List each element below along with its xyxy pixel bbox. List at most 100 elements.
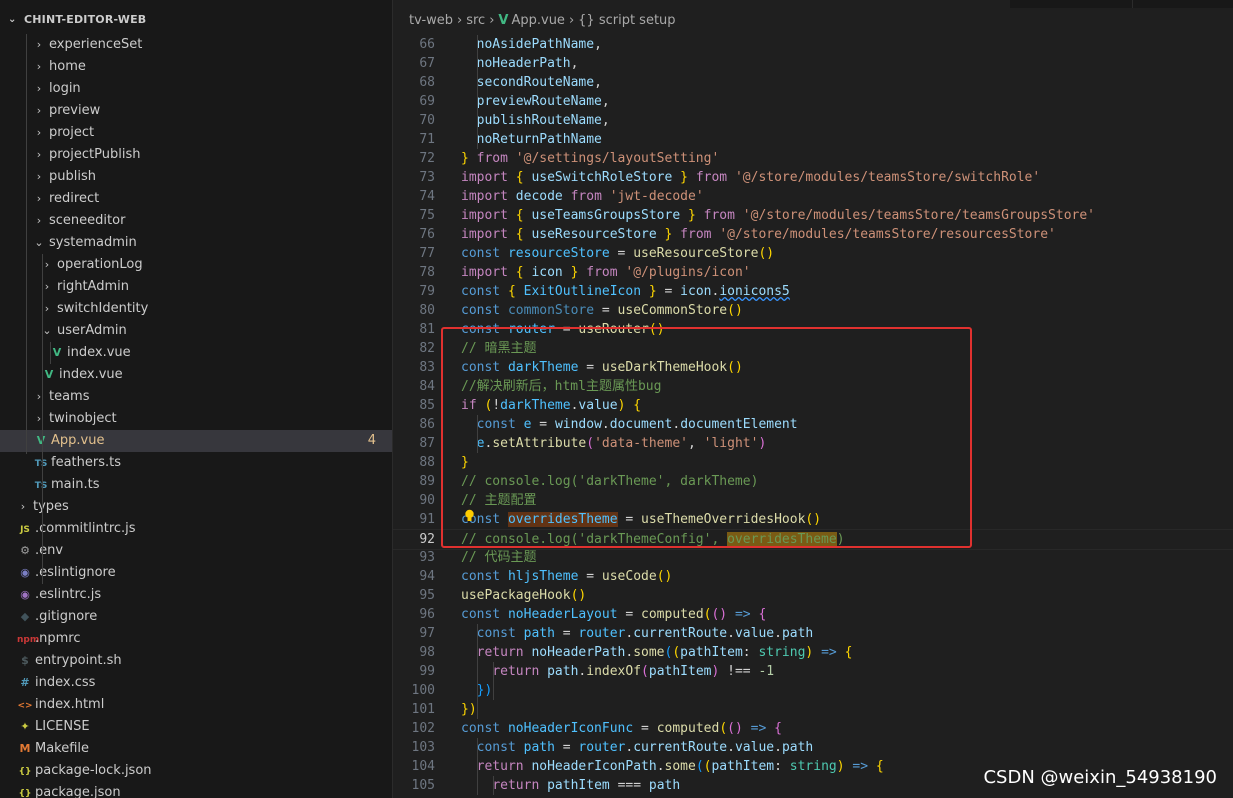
code-line[interactable]: 72} from '@/settings/layoutSetting': [393, 149, 1233, 168]
code-line[interactable]: 78 import { icon } from '@/plugins/icon': [393, 263, 1233, 282]
tree-item[interactable]: <> index.html: [0, 694, 392, 716]
code-token: noHeaderPath: [531, 645, 626, 660]
code-line[interactable]: 96 const noHeaderLayout = computed(() => …: [393, 605, 1233, 624]
code-line[interactable]: 97 const path = router.currentRoute.valu…: [393, 624, 1233, 643]
tree-item[interactable]: {} package.json: [0, 782, 392, 798]
code-token: return: [492, 664, 540, 679]
tree-item[interactable]: JS .commitlintrc.js: [0, 518, 392, 540]
tree-item[interactable]: › operationLog: [0, 254, 392, 276]
code-line[interactable]: 101}): [393, 700, 1233, 719]
code-line[interactable]: 77 const resourceStore = useResourceStore…: [393, 244, 1233, 263]
breadcrumb-item-src[interactable]: src: [466, 13, 485, 28]
code-token: }: [688, 208, 696, 223]
code-token: const: [461, 721, 501, 736]
line-code: noReturnPathName: [461, 130, 602, 149]
tree-item[interactable]: M Makefile: [0, 738, 392, 760]
tree-item-label: sceneeditor: [49, 213, 126, 228]
tree-item[interactable]: ✦ LICENSE: [0, 716, 392, 738]
tree-item[interactable]: ◆ .gitignore: [0, 606, 392, 628]
tree-item[interactable]: › redirect: [0, 188, 392, 210]
code-line[interactable]: 70 publishRouteName,: [393, 111, 1233, 130]
line-code: import { icon } from '@/plugins/icon': [461, 263, 751, 282]
code-line[interactable]: 79 const { ExitOutlineIcon } = icon.ionic…: [393, 282, 1233, 301]
highlight-annotation-box: [441, 327, 972, 548]
explorer-header[interactable]: ⌄ CHINT-EDITOR-WEB: [0, 0, 392, 38]
tree-item[interactable]: Vindex.vue: [0, 342, 392, 364]
line-code: const noHeaderLayout = computed(() => {: [461, 605, 766, 624]
tree-item[interactable]: › teams: [0, 386, 392, 408]
tree-item[interactable]: › projectPublish: [0, 144, 392, 166]
tree-item[interactable]: › login: [0, 78, 392, 100]
line-code: secondRouteName,: [461, 73, 602, 92]
code-line[interactable]: 74 import decode from 'jwt-decode': [393, 187, 1233, 206]
tree-item[interactable]: npm.npmrc: [0, 628, 392, 650]
tree-item[interactable]: › experienceSet: [0, 34, 392, 56]
code-line[interactable]: 73 import { useSwitchRoleStore } from '@/…: [393, 168, 1233, 187]
tree-item[interactable]: › preview: [0, 100, 392, 122]
tree-item[interactable]: ⌄ userAdmin: [0, 320, 392, 342]
tree-item[interactable]: ◉ .eslintrc.js: [0, 584, 392, 606]
tree-item[interactable]: ⚙ .env: [0, 540, 392, 562]
tree-item[interactable]: › sceneeditor: [0, 210, 392, 232]
code-token: secondRouteName: [476, 75, 595, 90]
tree-item[interactable]: ⌄ systemadmin: [0, 232, 392, 254]
tree-item[interactable]: $ entrypoint.sh: [0, 650, 392, 672]
code-line[interactable]: 95 usePackageHook(): [393, 586, 1233, 605]
code-line[interactable]: 68 secondRouteName,: [393, 73, 1233, 92]
code-line[interactable]: 98 return noHeaderPath.some((pathItem: s…: [393, 643, 1233, 662]
shell-file-icon: $: [21, 654, 29, 667]
tree-item[interactable]: {} package-lock.json: [0, 760, 392, 782]
breadcrumb-item-app-vue[interactable]: App.vue: [511, 13, 564, 28]
code-token: (: [641, 664, 649, 679]
code-token: }): [461, 702, 477, 717]
tree-item[interactable]: › publish: [0, 166, 392, 188]
tree-item[interactable]: Vindex.vue: [0, 364, 392, 386]
tree-item[interactable]: › switchIdentity: [0, 298, 392, 320]
code-line[interactable]: 69 previewRouteName,: [393, 92, 1233, 111]
code-line[interactable]: 102 const noHeaderIconFunc = computed(() …: [393, 719, 1233, 738]
tree-item[interactable]: › home: [0, 56, 392, 78]
code-token: const: [476, 626, 516, 641]
code-line[interactable]: 94 const hljsTheme = useCode(): [393, 567, 1233, 586]
tree-item[interactable]: V App.vue 4: [0, 430, 392, 452]
tree-item[interactable]: ◉ .eslintignore: [0, 562, 392, 584]
chevron-right-icon: ›: [568, 13, 575, 28]
tree-item[interactable]: › rightAdmin: [0, 276, 392, 298]
tree-item[interactable]: # index.css: [0, 672, 392, 694]
code-token: useCommonStore: [617, 303, 728, 318]
code-line[interactable]: 67 noHeaderPath,: [393, 54, 1233, 73]
settings-file-icon: ⚙: [20, 544, 30, 557]
tree-item[interactable]: TS main.ts: [0, 474, 392, 496]
code-token: ,: [601, 113, 610, 128]
tree-item[interactable]: TS feathers.ts: [0, 452, 392, 474]
code-line[interactable]: 66 noAsidePathName,: [393, 35, 1233, 54]
code-line[interactable]: 75 import { useTeamsGroupsStore } from '@…: [393, 206, 1233, 225]
code-token: {: [774, 721, 782, 736]
lightbulb-icon[interactable]: [463, 509, 476, 522]
code-line[interactable]: 71 noReturnPathName: [393, 130, 1233, 149]
code-line[interactable]: 76 import { useResourceStore } from '@/st…: [393, 225, 1233, 244]
tree-item[interactable]: › twinobject: [0, 408, 392, 430]
code-token: value: [734, 740, 775, 755]
tree-item[interactable]: › types: [0, 496, 392, 518]
line-code: const noHeaderIconFunc = computed(() => …: [461, 719, 782, 738]
code-line[interactable]: 100 }): [393, 681, 1233, 700]
line-code: previewRouteName,: [461, 92, 610, 111]
breadcrumb-item-tv-web[interactable]: tv-web: [409, 13, 453, 28]
code-line[interactable]: 103 const path = router.currentRoute.val…: [393, 738, 1233, 757]
breadcrumb-item-script-setup[interactable]: {} script setup: [578, 13, 675, 28]
line-code: const { ExitOutlineIcon } = icon.ionicon…: [461, 282, 790, 301]
code-token: =>: [852, 759, 869, 774]
code-line[interactable]: 80 const commonStore = useCommonStore(): [393, 301, 1233, 320]
code-token: {: [507, 284, 516, 299]
tree-item[interactable]: › project: [0, 122, 392, 144]
code-line[interactable]: 93 // 代码主题: [393, 548, 1233, 567]
code-line[interactable]: 99 return path.indexOf(pathItem) !== -1: [393, 662, 1233, 681]
code-token: (): [711, 607, 728, 622]
